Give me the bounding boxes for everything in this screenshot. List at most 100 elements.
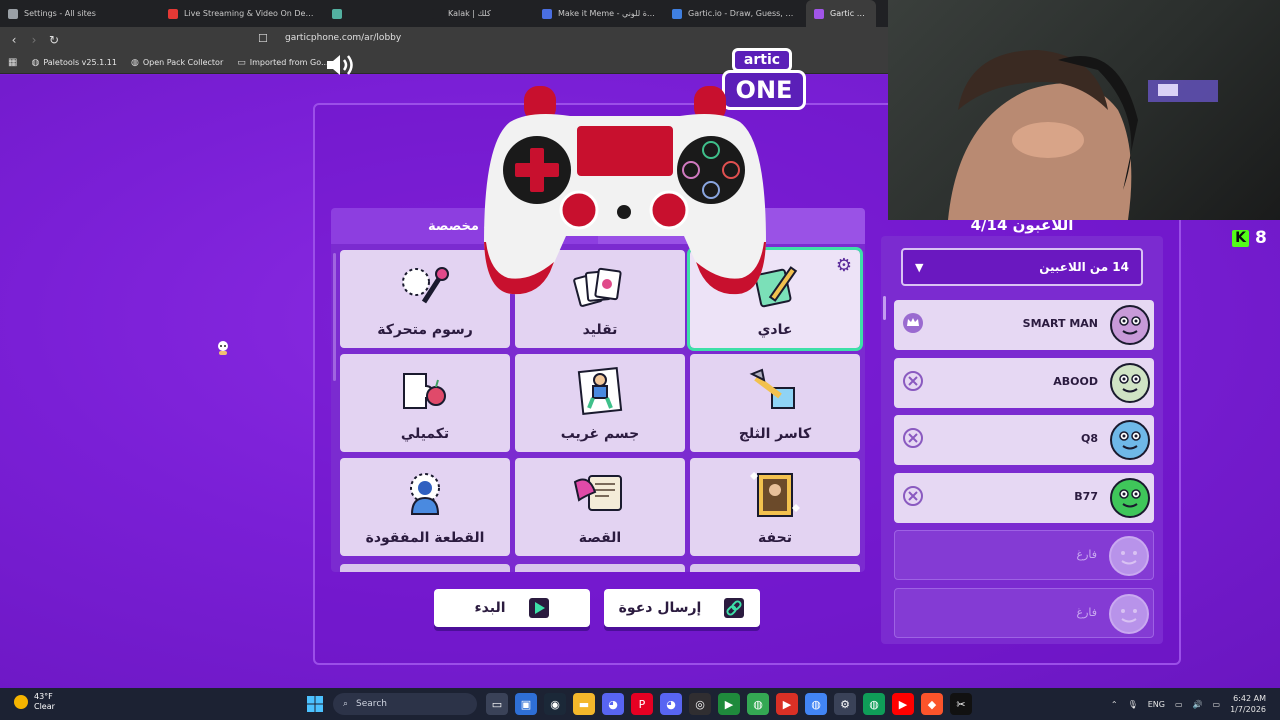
bookmark-paletools[interactable]: ◍ Paletools v25.1.11 (31, 58, 117, 68)
tab-label: Settings - All sites (24, 9, 96, 18)
cursor-character-icon (216, 340, 230, 356)
start-button[interactable]: البدء (434, 589, 590, 627)
brave-icon[interactable]: ◆ (921, 693, 943, 715)
clock-date: 1/7/2026 (1230, 705, 1266, 714)
tab-favicon-icon (672, 8, 682, 19)
player-name: فارغ (1076, 605, 1098, 619)
browser-tab[interactable]: Gartic.io - Draw, Guess, WIN (664, 0, 806, 27)
mode-card-partial[interactable] (340, 564, 510, 572)
player-row[interactable]: B77 (894, 472, 1154, 523)
capcut-icon[interactable]: ✂ (950, 693, 972, 715)
taskbar-apps: ▭ ▣ ◉ ▬ ◕ P ◕ ◎ ▶ ◍ ▶ ◍ ⚙ ◍ ▶ ◆ ✂ (486, 693, 972, 715)
globe-icon: ◍ (31, 57, 40, 68)
browser-tab[interactable]: Make it Meme - دعوة للوني (534, 0, 664, 27)
weather-desc: Clear (34, 702, 55, 711)
mode-scrollbar[interactable] (333, 253, 336, 381)
bookmark-open-pack-collector[interactable]: ◍ Open Pack Collector (131, 58, 223, 68)
kick-icon[interactable] (902, 427, 924, 449)
pinterest-icon[interactable]: P (631, 693, 653, 715)
clock-time: 6:42 AM (1233, 694, 1266, 703)
player-row[interactable]: SMART MAN (894, 300, 1154, 350)
stream-app-icon[interactable]: ▶ (718, 693, 740, 715)
browser-tab[interactable]: Kalak | كلك (424, 0, 534, 27)
back-icon[interactable]: ‹ (4, 33, 24, 47)
avatar (1108, 417, 1152, 463)
browser-tab[interactable]: Live Streaming & Video On Demand (160, 0, 324, 27)
system-tray: ⌃ 🎙 ENG ▭ 🔊 ▭ 6:42 AM 1/7/2026 (1111, 688, 1280, 720)
windows-start-icon[interactable] (307, 696, 323, 712)
kick-icon[interactable] (902, 370, 924, 392)
exquisite-corpse-icon (571, 366, 629, 416)
mode-card-partial[interactable] (515, 564, 685, 572)
chevron-down-icon: ▼ (915, 260, 924, 274)
browser-tab[interactable]: Gartic Phone (806, 0, 876, 27)
browser-tab[interactable] (324, 0, 424, 27)
mode-card[interactable]: القصة (515, 458, 685, 556)
tab-favicon-icon (542, 8, 552, 19)
players-scrollbar[interactable] (883, 296, 886, 320)
file-explorer-icon[interactable]: ▬ (573, 693, 595, 715)
discord-icon[interactable]: ◕ (660, 693, 682, 715)
chrome-icon[interactable]: ◍ (747, 693, 769, 715)
search-placeholder: Search (356, 699, 387, 709)
chrome-profile-icon[interactable]: ◍ (863, 693, 885, 715)
media-app-icon[interactable]: ▶ (776, 693, 798, 715)
bookmark-label: Imported from Go... (249, 58, 329, 67)
tab-label: Live Streaming & Video On Demand (184, 9, 316, 18)
settings-icon[interactable]: ⚙ (834, 693, 856, 715)
widgets-icon[interactable]: ▣ (515, 693, 537, 715)
crown-icon[interactable] (902, 312, 924, 334)
chevron-up-icon[interactable]: ⌃ (1111, 700, 1118, 709)
start-label: البدء (474, 600, 506, 616)
url-field[interactable]: garticphone.com/ar/lobby (285, 33, 401, 43)
youtube-icon[interactable]: ▶ (892, 693, 914, 715)
mode-label: القطعة المفقودة (365, 530, 485, 546)
discord-canary-icon[interactable]: ◕ (602, 693, 624, 715)
player-row[interactable]: ABOOD (894, 357, 1154, 408)
tab-label: Kalak | كلك (448, 9, 491, 18)
steam-icon[interactable]: ◉ (544, 693, 566, 715)
tab-label: Gartic Phone (830, 9, 868, 18)
task-view-icon[interactable]: ▭ (486, 693, 508, 715)
microphone-icon[interactable]: 🎙 (1128, 700, 1138, 709)
chrome-active-icon[interactable]: ◍ (805, 693, 827, 715)
obs-icon[interactable]: ◎ (689, 693, 711, 715)
max-players-dropdown[interactable]: 14 من اللاعبين ▼ (901, 248, 1143, 286)
gear-icon[interactable]: ⚙ (834, 256, 854, 276)
language-indicator[interactable]: ENG (1148, 700, 1165, 709)
gamepad-overlay-icon (480, 82, 770, 298)
tab-label: Make it Meme - دعوة للوني (558, 9, 656, 18)
display-icon[interactable]: ▭ (1175, 700, 1183, 709)
mode-card[interactable]: تحفة (690, 458, 860, 556)
bookmark-star-icon[interactable]: ☐ (258, 32, 268, 45)
taskbar-search[interactable]: ⌕ Search (333, 693, 477, 715)
player-row[interactable]: Q8 (894, 415, 1154, 465)
browser-tab[interactable]: Settings - All sites (0, 0, 160, 27)
icebreaker-icon (746, 366, 804, 416)
mode-card[interactable]: القطعة المفقودة (340, 458, 510, 556)
weather-widget[interactable]: 43°F Clear (14, 692, 55, 712)
mode-label: عادي (757, 322, 793, 338)
mode-card[interactable]: تكميلي (340, 354, 510, 452)
forward-icon[interactable]: › (24, 33, 44, 47)
invite-button[interactable]: إرسال دعوة (604, 589, 760, 627)
mode-grid-next-row (340, 564, 860, 572)
mode-label: رسوم متحركة (377, 322, 473, 338)
mode-label: تكميلي (400, 426, 450, 442)
sound-icon[interactable] (325, 52, 357, 78)
player-name: B77 (1074, 489, 1098, 503)
complement-icon (396, 366, 454, 416)
animation-icon (396, 262, 454, 312)
kick-logo-icon: K (1232, 229, 1249, 247)
kick-icon[interactable] (902, 485, 924, 507)
clock[interactable]: 6:42 AM 1/7/2026 (1230, 693, 1266, 715)
volume-icon[interactable]: 🔊 (1193, 700, 1203, 709)
battery-icon[interactable]: ▭ (1213, 700, 1221, 709)
reload-icon[interactable]: ↻ (44, 33, 64, 47)
mode-card[interactable]: جسم غريب (515, 354, 685, 452)
apps-grid-icon[interactable]: ▦ (8, 57, 17, 68)
mode-label: القصة (578, 530, 622, 546)
mode-card-partial[interactable] (690, 564, 860, 572)
bookmark-imported-folder[interactable]: ▭ Imported from Go... (237, 58, 328, 68)
mode-card[interactable]: كاسر الثلج (690, 354, 860, 452)
